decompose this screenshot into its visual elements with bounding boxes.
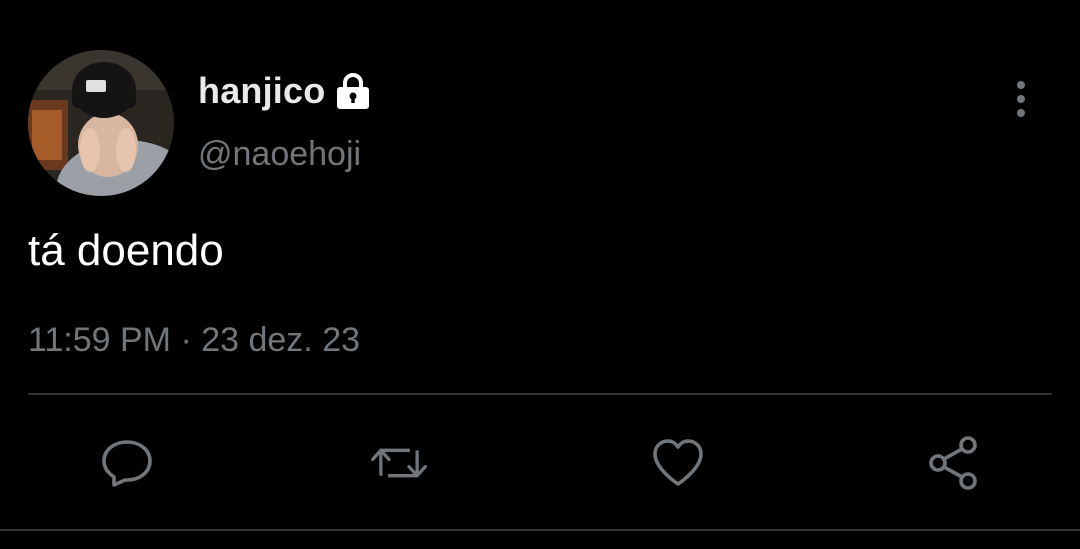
- reply-icon: [102, 440, 152, 487]
- share-icon: [929, 436, 977, 490]
- tweet-timestamp[interactable]: 11:59 PM · 23 dez. 23: [28, 320, 360, 360]
- divider-bottom: [0, 529, 1080, 531]
- display-name-row: hanjico: [198, 70, 371, 112]
- heart-icon: [653, 439, 703, 486]
- like-button[interactable]: [649, 434, 707, 492]
- user-handle[interactable]: @naoehoji: [198, 134, 361, 174]
- retweet-button[interactable]: [370, 434, 428, 492]
- display-name[interactable]: hanjico: [198, 70, 325, 112]
- share-button[interactable]: [925, 434, 983, 492]
- divider: [28, 393, 1052, 395]
- reply-button[interactable]: [98, 434, 156, 492]
- avatar-image: [28, 50, 174, 196]
- tweet-text: tá doendo: [28, 226, 224, 275]
- more-vertical-icon[interactable]: [1004, 80, 1038, 118]
- lock-icon: [335, 72, 371, 110]
- retweet-icon: [371, 448, 427, 478]
- avatar[interactable]: [28, 50, 174, 196]
